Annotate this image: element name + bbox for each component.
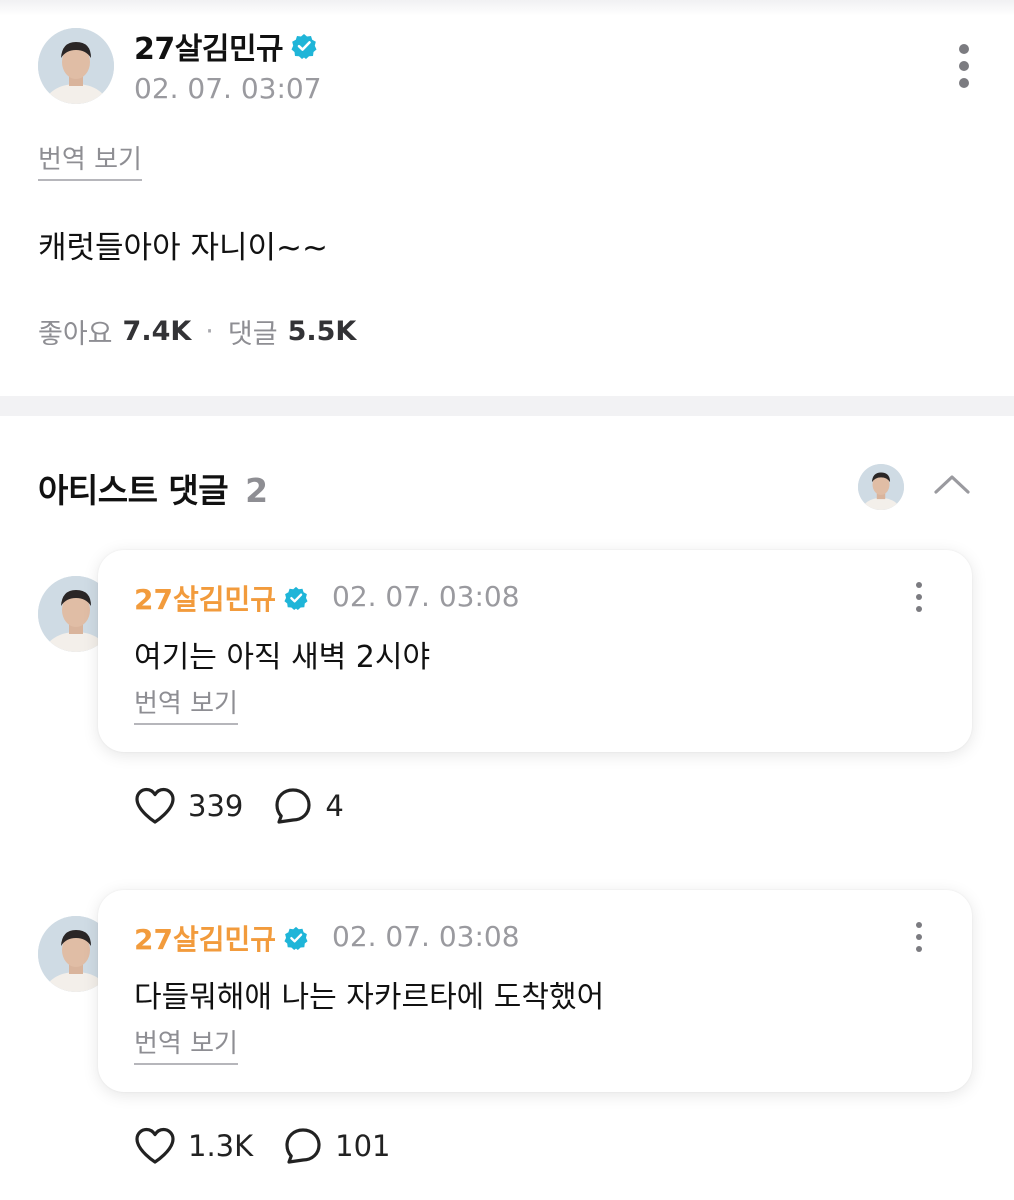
- comment-author-name[interactable]: 27살김민규: [134, 578, 308, 618]
- post-author-name-text: 27살김민규: [134, 32, 284, 67]
- like-count: 339: [188, 789, 244, 823]
- artist-comments-title: 아티스트 댓글 2: [38, 464, 268, 512]
- chevron-up-icon[interactable]: [930, 470, 974, 498]
- more-dot: [916, 946, 922, 952]
- comment-more-icon[interactable]: [910, 922, 928, 952]
- reply-count: 4: [325, 789, 344, 823]
- more-dot: [916, 582, 922, 588]
- like-count: 1.3K: [188, 1129, 254, 1163]
- post-translate-link[interactable]: 번역 보기: [38, 146, 142, 181]
- section-divider: [0, 396, 1014, 416]
- likes-label: 좋아요: [38, 319, 113, 350]
- comment-translate-link[interactable]: 번역 보기: [134, 1030, 238, 1065]
- more-dot: [916, 922, 922, 928]
- more-dot: [959, 61, 969, 71]
- comment-card: 27살김민규 02. 07. 03:08 다들뭐해애 나는 자카르타에 도착했어…: [98, 890, 972, 1092]
- verified-badge-icon: [284, 586, 308, 610]
- post-body-text: 캐럿들아아 자니이~~: [38, 230, 328, 266]
- likes-count[interactable]: 7.4K: [123, 316, 192, 347]
- comment-author-name-text: 27살김민규: [134, 583, 277, 616]
- reply-count: 101: [335, 1129, 391, 1163]
- post-author-avatar[interactable]: [38, 28, 114, 104]
- post-timestamp: 02. 07. 03:07: [134, 72, 322, 105]
- comment-translate-link[interactable]: 번역 보기: [134, 690, 238, 725]
- comment-text: 다들뭐해애 나는 자카르타에 도착했어: [134, 980, 605, 1015]
- more-dot: [959, 44, 969, 54]
- more-dot: [959, 78, 969, 88]
- comment-author-name[interactable]: 27살김민규: [134, 918, 308, 958]
- comment-author-name-text: 27살김민규: [134, 923, 277, 956]
- more-dot: [916, 594, 922, 600]
- artist-avatar-small[interactable]: [858, 464, 904, 510]
- post-author-name[interactable]: 27살김민규: [134, 24, 317, 68]
- comment-more-icon[interactable]: [910, 582, 928, 612]
- verified-badge-icon: [284, 926, 308, 950]
- comments-count[interactable]: 5.5K: [288, 316, 357, 347]
- artist-comments-title-text: 아티스트 댓글: [38, 471, 229, 510]
- comments-label: 댓글: [227, 319, 278, 350]
- speech-bubble-icon[interactable]: [283, 1126, 323, 1166]
- more-dot: [916, 934, 922, 940]
- comment-actions: 1.3K 101: [134, 1126, 391, 1166]
- verified-badge-icon: [291, 33, 317, 59]
- heart-outline-icon[interactable]: [134, 786, 176, 826]
- more-dot: [916, 606, 922, 612]
- comment-card: 27살김민규 02. 07. 03:08 여기는 아직 새벽 2시야 번역 보기: [98, 550, 972, 752]
- comment-timestamp: 02. 07. 03:08: [332, 580, 520, 613]
- post-stats: 좋아요 7.4K · 댓글 5.5K: [38, 312, 356, 351]
- stats-separator: ·: [205, 316, 214, 347]
- post-more-icon[interactable]: [952, 44, 976, 88]
- artist-comments-count: 2: [245, 471, 268, 510]
- comment-actions: 339 4: [134, 786, 344, 826]
- heart-outline-icon[interactable]: [134, 1126, 176, 1166]
- top-shade: [0, 0, 1014, 16]
- comment-text: 여기는 아직 새벽 2시야: [134, 640, 431, 675]
- comment-timestamp: 02. 07. 03:08: [332, 920, 520, 953]
- speech-bubble-icon[interactable]: [273, 786, 313, 826]
